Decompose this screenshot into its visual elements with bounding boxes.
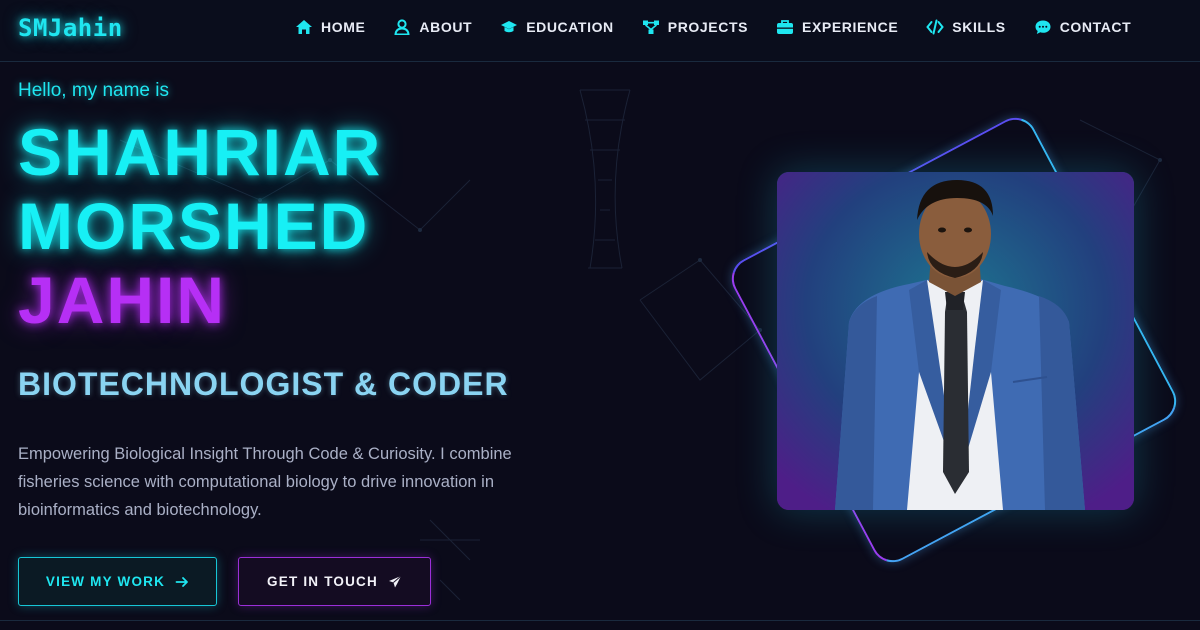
hero-greeting: Hello, my name is	[18, 80, 169, 101]
nav-item-contact[interactable]: CONTACT	[1034, 17, 1132, 37]
nav-label: EXPERIENCE	[802, 19, 899, 35]
nav-label: CONTACT	[1059, 19, 1132, 35]
nav-label: EDUCATION	[526, 19, 614, 35]
site-logo[interactable]: SMJahin	[18, 14, 123, 42]
hero-role: BIOTECHNOLOGIST & CODER	[18, 366, 509, 402]
nav-item-projects[interactable]: PROJECTS	[642, 17, 748, 37]
nav-label: ABOUT	[419, 19, 473, 35]
graduation-cap-icon	[501, 21, 518, 33]
code-icon	[926, 19, 945, 35]
arrow-right-icon	[175, 576, 188, 587]
paper-plane-icon	[388, 575, 402, 587]
nav-item-skills[interactable]: SKILLS	[926, 17, 1005, 37]
nav-item-education[interactable]: EDUCATION	[500, 17, 614, 37]
top-nav: SMJahin HOME ABOUT EDUCATION PROJECTS EX…	[0, 0, 1200, 62]
profile-photo	[777, 172, 1134, 510]
chat-icon	[1035, 20, 1051, 34]
nav-label: SKILLS	[952, 19, 1006, 35]
nav-label: PROJECTS	[667, 19, 749, 35]
hero-description: Empowering Biological Insight Through Co…	[18, 445, 512, 519]
get-in-touch-button[interactable]: GET IN TOUCH	[238, 557, 431, 606]
view-my-work-label: VIEW MY WORK	[45, 574, 166, 589]
nav-item-experience[interactable]: EXPERIENCE	[776, 17, 898, 37]
main-menu: HOME ABOUT EDUCATION PROJECTS EXPERIENCE…	[295, 17, 1159, 37]
briefcase-icon	[777, 20, 794, 34]
hero-name-first: SHAHRIAR	[18, 115, 383, 189]
nav-item-about[interactable]: ABOUT	[393, 17, 472, 37]
nav-label: HOME	[321, 19, 366, 35]
nav-item-home[interactable]: HOME	[295, 17, 365, 37]
home-icon	[296, 20, 312, 34]
section-divider	[0, 620, 1200, 621]
get-in-touch-label: GET IN TOUCH	[267, 574, 378, 589]
network-icon	[642, 20, 659, 34]
hero-name-middle: MORSHED	[18, 189, 370, 263]
user-icon	[394, 19, 410, 35]
hero-name-last: JAHIN	[18, 263, 227, 337]
profile-photo-area	[720, 110, 1190, 570]
view-my-work-button[interactable]: VIEW MY WORK	[18, 557, 217, 606]
